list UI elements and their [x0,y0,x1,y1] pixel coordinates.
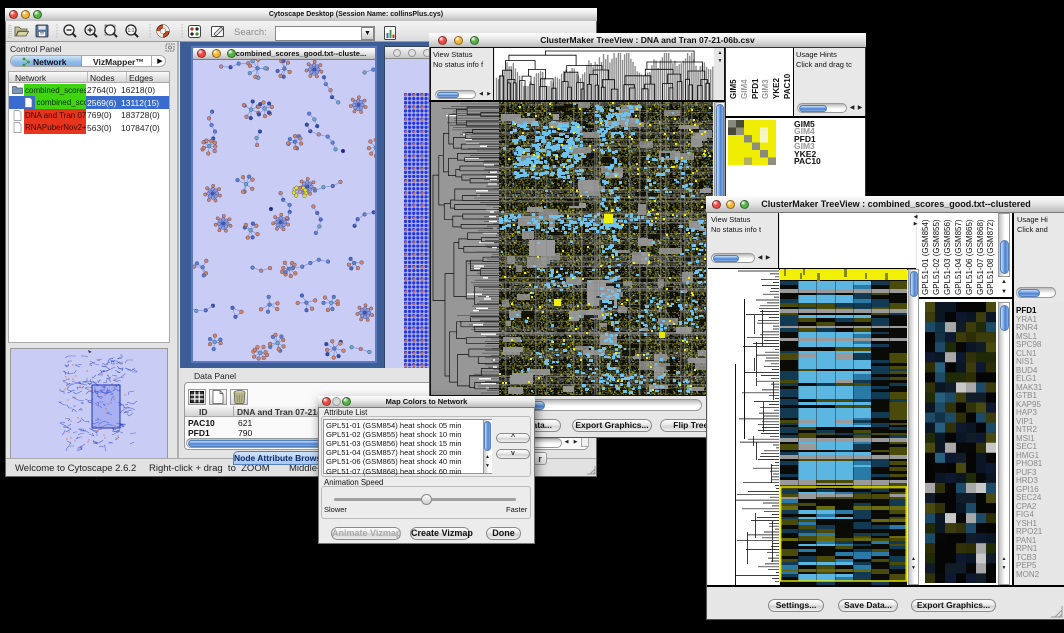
svg-text:Search:: Search: [234,27,267,38]
svg-text:1:1: 1:1 [128,28,135,34]
